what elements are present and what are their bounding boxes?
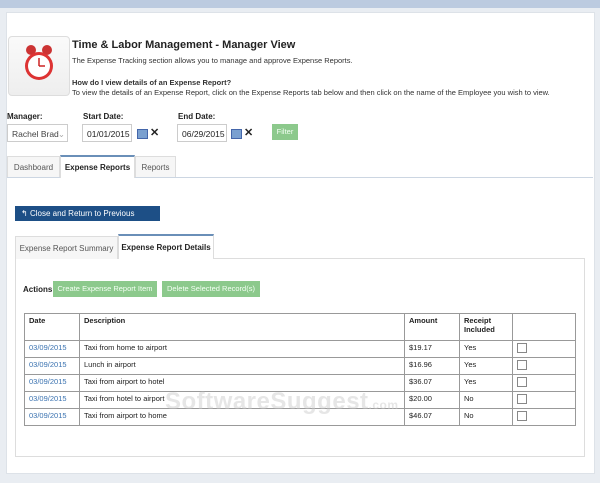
amount-cell: $46.07 [404, 408, 460, 426]
manager-label: Manager: [7, 112, 43, 121]
tab-expense-report-summary[interactable]: Expense Report Summary [15, 236, 118, 259]
calendar-icon[interactable] [137, 129, 148, 139]
date-cell: 03/09/2015 [24, 408, 80, 426]
receipt-cell: No [459, 391, 513, 409]
amount-cell: $20.00 [404, 391, 460, 409]
row-checkbox[interactable] [517, 394, 527, 404]
select-cell [512, 340, 576, 358]
col-amount: Amount [404, 313, 460, 341]
close-return-button[interactable]: ↰ Close and Return to Previous Screen [15, 206, 160, 233]
delete-selected-button[interactable]: Delete Selected Record(s) [162, 281, 260, 297]
row-checkbox[interactable] [517, 360, 527, 370]
date-link[interactable]: 03/09/2015 [29, 343, 67, 352]
date-cell: 03/09/2015 [24, 340, 80, 358]
calendar-icon[interactable] [231, 129, 242, 139]
receipt-cell: Yes [459, 340, 513, 358]
start-date-input[interactable]: 01/01/2015 [82, 124, 132, 142]
tab-reports[interactable]: Reports [135, 156, 176, 177]
back-arrow-icon: ↰ [21, 209, 30, 218]
date-cell: 03/09/2015 [24, 374, 80, 392]
end-date-label: End Date: [178, 112, 216, 121]
tab-expense-reports[interactable]: Expense Reports [60, 155, 135, 178]
col-date: Date [24, 313, 80, 341]
manager-select[interactable]: Rachel Brad ⌄ [7, 124, 68, 142]
select-cell [512, 391, 576, 409]
row-checkbox[interactable] [517, 411, 527, 421]
tab-expense-report-details[interactable]: Expense Report Details [118, 234, 214, 259]
date-cell: 03/09/2015 [24, 391, 80, 409]
amount-cell: $16.96 [404, 357, 460, 375]
date-link[interactable]: 03/09/2015 [29, 377, 67, 386]
page-title: Time & Labor Management - Manager View [72, 39, 296, 51]
tab-dashboard[interactable]: Dashboard [7, 156, 60, 177]
select-cell [512, 408, 576, 426]
description-cell: Lunch in airport [79, 357, 405, 375]
col-description: Description [79, 313, 405, 341]
alarm-clock-icon [8, 36, 70, 96]
amount-cell: $36.07 [404, 374, 460, 392]
date-cell: 03/09/2015 [24, 357, 80, 375]
date-link[interactable]: 03/09/2015 [29, 394, 67, 403]
row-checkbox[interactable] [517, 377, 527, 387]
row-checkbox[interactable] [517, 343, 527, 353]
top-bar [0, 0, 600, 8]
clear-icon[interactable]: ✕ [244, 126, 253, 139]
select-cell [512, 374, 576, 392]
col-receipt: Receipt Included [459, 313, 513, 341]
receipt-cell: Yes [459, 374, 513, 392]
receipt-cell: Yes [459, 357, 513, 375]
end-date-input[interactable]: 06/29/2015 [177, 124, 227, 142]
receipt-cell: No [459, 408, 513, 426]
manager-value: Rachel Brad [12, 129, 59, 139]
actions-label: Actions: [23, 285, 55, 294]
date-link[interactable]: 03/09/2015 [29, 411, 67, 420]
help-text: To view the details of an Expense Report… [72, 88, 550, 97]
filter-button[interactable]: Filter [272, 124, 298, 140]
date-link[interactable]: 03/09/2015 [29, 360, 67, 369]
help-heading: How do I view details of an Expense Repo… [72, 78, 232, 87]
clear-icon[interactable]: ✕ [150, 126, 159, 139]
select-cell [512, 357, 576, 375]
table-header-row: Date Description Amount Receipt Included [24, 313, 576, 341]
watermark: SoftwareSuggest.com [165, 388, 399, 415]
page-description: The Expense Tracking section allows you … [72, 56, 353, 65]
table-row: 03/09/2015 Lunch in airport $16.96 Yes [24, 357, 576, 375]
table-row: 03/09/2015 Taxi from home to airport $19… [24, 340, 576, 358]
amount-cell: $19.17 [404, 340, 460, 358]
chevron-down-icon: ⌄ [57, 129, 65, 139]
start-date-label: Start Date: [83, 112, 124, 121]
col-select [512, 313, 576, 341]
description-cell: Taxi from home to airport [79, 340, 405, 358]
create-expense-item-button[interactable]: Create Expense Report Item [53, 281, 157, 297]
